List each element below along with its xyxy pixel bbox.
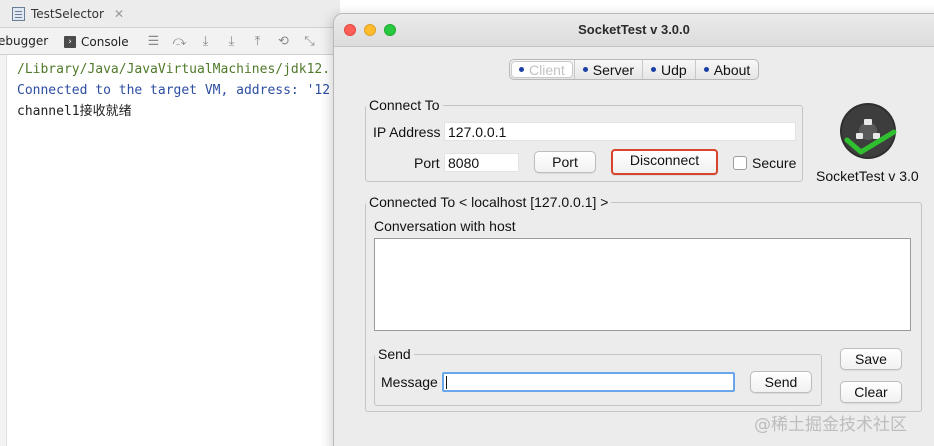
drop-frame-icon[interactable]: ⟲	[276, 33, 291, 48]
tab-dot-icon	[519, 67, 524, 72]
disconnect-button[interactable]: Disconnect	[611, 149, 718, 175]
sockettest-window: SocketTest v 3.0.0 Client Server Udp Abo…	[333, 13, 934, 446]
tab-label: Client	[529, 61, 565, 78]
tab-about[interactable]: About	[694, 60, 759, 79]
conversation-textarea[interactable]	[374, 238, 911, 331]
secure-checkbox[interactable]	[733, 156, 747, 170]
ide-file-tab-label: TestSelector	[31, 7, 104, 21]
console-line: /Library/Java/JavaVirtualMachines/jdk12.	[17, 62, 331, 77]
send-group: Send Message Send	[374, 346, 822, 406]
console-line: Connected to the target VM, address: '12	[17, 83, 331, 98]
step-out-icon[interactable]: ⤒	[250, 33, 265, 48]
message-label: Message	[381, 374, 438, 390]
ip-address-field[interactable]: 127.0.0.1	[444, 122, 796, 141]
connected-to-group: Connected To < localhost [127.0.0.1] > C…	[365, 194, 922, 412]
console-icon: ›	[64, 35, 76, 48]
console-line: channel1接收就绪	[17, 104, 132, 119]
ip-address-label: IP Address	[373, 124, 441, 140]
secure-label: Secure	[752, 155, 797, 171]
conversation-label: Conversation with host	[374, 218, 516, 234]
tab-dot-icon	[651, 67, 657, 72]
file-icon	[12, 7, 25, 21]
send-legend: Send	[375, 346, 414, 362]
tab-dot-icon	[582, 67, 588, 72]
debug-actions: ☰ ⤼ ⤓ ⤓ ⤒ ⟲ ⤡	[146, 33, 317, 48]
clear-button[interactable]: Clear	[840, 381, 902, 403]
tab-udp[interactable]: Udp	[642, 60, 695, 79]
tab-label: Server	[592, 61, 635, 78]
window-title: SocketTest v 3.0.0	[578, 22, 690, 37]
port-button[interactable]: Port	[534, 151, 596, 173]
message-input[interactable]	[442, 372, 735, 392]
ide-debug-toolbar: ebugger › Console ☰ ⤼ ⤓ ⤓ ⤒ ⟲ ⤡	[0, 28, 340, 55]
menu-icon[interactable]: ☰	[146, 33, 161, 48]
console-tab[interactable]: › Console	[64, 32, 129, 51]
port-field[interactable]: 8080	[444, 153, 519, 172]
watermark: @稀土掘金技术社区	[754, 415, 907, 435]
step-over-icon[interactable]: ⤼	[172, 33, 187, 48]
tab-bar: Client Server Udp About	[509, 59, 760, 80]
connect-to-group: Connect To IP Address 127.0.0.1 Port 808…	[365, 97, 803, 182]
tab-server[interactable]: Server	[573, 60, 642, 79]
force-step-into-icon[interactable]: ⤓	[224, 33, 239, 48]
port-label: Port	[414, 155, 440, 171]
tab-client[interactable]: Client	[511, 61, 573, 78]
ide-file-tab[interactable]: TestSelector ✕	[12, 5, 124, 23]
send-button[interactable]: Send	[750, 371, 812, 393]
screen: TestSelector ✕ ebugger › Console ☰ ⤼ ⤓ ⤓…	[0, 0, 934, 446]
close-icon[interactable]: ✕	[114, 7, 124, 21]
connected-to-legend: Connected To < localhost [127.0.0.1] >	[366, 194, 612, 210]
text-caret	[446, 376, 447, 389]
sockettest-logo-icon	[839, 102, 897, 160]
tab-dot-icon	[703, 67, 709, 72]
tab-label: About	[713, 61, 751, 78]
tab-label: Udp	[661, 61, 687, 78]
title-bar[interactable]: SocketTest v 3.0.0	[334, 14, 934, 47]
debugger-tab[interactable]: ebugger	[0, 34, 48, 48]
connect-to-legend: Connect To	[366, 97, 443, 113]
ide-tab-bar: TestSelector ✕	[0, 0, 340, 28]
run-to-cursor-icon[interactable]: ⤡	[302, 33, 317, 48]
step-into-icon[interactable]: ⤓	[198, 33, 213, 48]
console-output: /Library/Java/JavaVirtualMachines/jdk12.…	[17, 59, 330, 122]
save-button[interactable]: Save	[840, 348, 902, 370]
ide-gutter	[0, 55, 7, 446]
logo-caption: SocketTest v 3.0	[816, 168, 919, 184]
console-tab-label: Console	[81, 34, 129, 49]
